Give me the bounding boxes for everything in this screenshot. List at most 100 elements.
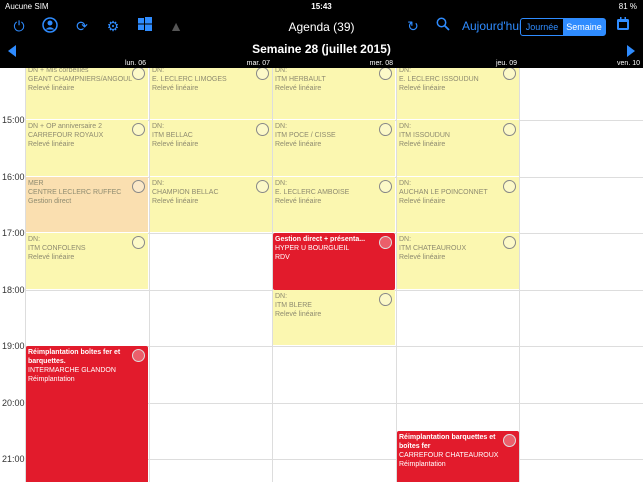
status-circle-icon[interactable] — [503, 68, 516, 80]
hour-label: 15:00 — [2, 115, 25, 125]
user-icon[interactable] — [41, 17, 59, 35]
event-type: Relevé linéaire — [275, 84, 322, 92]
calendar-event[interactable]: DN + Mls corbeilles GEANT CHAMPNIERS/ANGO… — [26, 68, 148, 120]
event-title: DN: — [275, 179, 288, 187]
day-header: jeu. 09 — [495, 60, 517, 67]
status-circle-icon[interactable] — [256, 68, 269, 80]
gear-icon[interactable]: ⚙ — [104, 17, 122, 35]
status-circle-icon[interactable] — [132, 236, 145, 249]
status-circle-icon[interactable] — [503, 236, 516, 249]
calendar-event[interactable]: DN: ITM POCE / CISSE Relevé linéaire — [273, 120, 395, 177]
calendar-event[interactable]: DN: ITM BLERE Relevé linéaire — [273, 289, 395, 346]
next-week-icon[interactable] — [627, 45, 635, 57]
event-title: DN: — [152, 179, 165, 187]
event-type: Relevé linéaire — [152, 197, 199, 205]
event-type: RDV — [275, 254, 290, 261]
event-store: CARREFOUR ROYAUX — [28, 132, 104, 139]
calendar-event[interactable]: DN: E. LECLERC AMBOISE Relevé linéaire — [273, 176, 395, 233]
calendar-event[interactable]: DN: ITM CHATEAUROUX Relevé linéaire — [397, 233, 519, 290]
today-button[interactable]: Aujourd'hui — [462, 19, 522, 33]
event-type: Relevé linéaire — [275, 141, 322, 148]
event-type: Relevé linéaire — [399, 197, 446, 205]
hour-label: 18:00 — [2, 284, 25, 295]
status-circle-icon[interactable] — [132, 68, 145, 80]
event-type: Gestion direct — [28, 197, 72, 205]
event-store: ITM POCE / CISSE — [275, 132, 336, 139]
day-header: mer. 08 — [369, 60, 393, 67]
event-title: DN + OP anniversaire 2 — [28, 123, 102, 130]
status-circle-icon[interactable] — [256, 123, 269, 136]
toolbar: ⏻ ⟳ ⚙ ▲ Agenda (39) ↻ Aujourd'hui Journé… — [0, 14, 643, 40]
status-circle-icon[interactable] — [256, 179, 269, 193]
status-circle-icon[interactable] — [379, 179, 392, 193]
status-circle-icon[interactable] — [132, 179, 145, 193]
day-view-tab[interactable]: Journée — [521, 19, 563, 35]
status-circle-icon[interactable] — [132, 349, 145, 362]
event-title: Réimplantation boîtes fer et barquettes. — [28, 349, 121, 365]
event-store: ITM ISSOUDUN — [399, 132, 450, 139]
event-title: Gestion direct + présenta... — [275, 236, 366, 243]
power-icon[interactable]: ⏻ — [10, 17, 28, 35]
status-circle-icon[interactable] — [503, 433, 516, 447]
calendar-icon[interactable] — [614, 17, 632, 35]
status-circle-icon[interactable] — [379, 123, 392, 136]
status-circle-icon[interactable] — [379, 292, 392, 306]
event-store: GEANT CHAMPNIERS/ANGOUL — [28, 75, 133, 83]
status-circle-icon[interactable] — [132, 123, 145, 136]
calendar-event[interactable]: DN: E. LECLERC ISSOUDUN Relevé linéaire — [397, 68, 519, 120]
event-type: Relevé linéaire — [152, 141, 199, 148]
event-store: INTERMARCHE GLANDON — [28, 367, 116, 374]
calendar-event[interactable]: MER CENTRE LECLERC RUFFEC Gestion direct — [26, 176, 148, 233]
week-title: Semaine 28 (juillet 2015) — [252, 42, 391, 56]
event-title: DN: — [152, 123, 165, 130]
event-store: ITM HERBAULT — [275, 75, 326, 83]
status-circle-icon[interactable] — [379, 68, 392, 80]
calendar-event[interactable]: Gestion direct + présenta... HYPER U BOUR… — [273, 233, 395, 290]
hour-label: 17:00 — [2, 228, 25, 238]
event-type: Relevé linéaire — [399, 84, 446, 92]
clock: 15:43 — [311, 2, 332, 11]
event-type: Réimplantation — [399, 460, 446, 468]
event-title: DN: — [275, 292, 288, 300]
battery-level: 81 % — [618, 2, 637, 11]
calendar-event[interactable]: DN: ITM CONFOLENS Relevé linéaire — [26, 233, 148, 290]
event-title: Réimplantation barquettes et boîtes fer — [399, 433, 496, 450]
day-header: ven. 10 — [617, 60, 640, 67]
event-store: HYPER U BOURGUEIL — [275, 245, 350, 252]
event-store: E. LECLERC AMBOISE — [275, 188, 350, 196]
sync-icon[interactable]: ⟳ — [73, 17, 91, 35]
week-view-tab[interactable]: Semaine — [563, 19, 605, 35]
hour-label: 21:00 — [2, 454, 25, 464]
calendar-event[interactable]: Réimplantation barquettes et boîtes fer C… — [397, 430, 519, 482]
calendar-event[interactable]: Réimplantation boîtes fer et barquettes.… — [26, 346, 148, 482]
status-circle-icon[interactable] — [503, 123, 516, 136]
day-header: mar. 07 — [246, 60, 270, 67]
event-type: Relevé linéaire — [152, 84, 199, 92]
event-store: E. LECLERC ISSOUDUN — [399, 75, 479, 83]
calendar-event[interactable]: DN: E. LECLERC LIMOGES Relevé linéaire — [150, 68, 272, 120]
calendar-event[interactable]: DN: ITM HERBAULT Relevé linéaire — [273, 68, 395, 120]
calendar-event[interactable]: DN: AUCHAN LE POINCONNET Relevé linéaire — [397, 176, 519, 233]
calendar-event[interactable]: DN: CHAMPION BELLAC Relevé linéaire — [150, 176, 272, 233]
event-title: DN: — [275, 123, 288, 130]
hour-label: 19:00 — [2, 341, 25, 351]
hour-label: 16:00 — [2, 171, 25, 182]
windows-icon[interactable] — [136, 17, 154, 35]
refresh-icon[interactable]: ↻ — [404, 17, 422, 35]
event-title: DN: — [399, 179, 412, 187]
status-circle-icon[interactable] — [503, 179, 516, 193]
calendar-event[interactable]: DN: ITM ISSOUDUN Relevé linéaire — [397, 120, 519, 177]
week-grid[interactable]: 15:00 16:00 17:00 18:00 19:00 20:00 21:00 DN + … — [0, 68, 643, 482]
event-store: CHAMPION BELLAC — [152, 188, 219, 196]
view-switcher: Journée Semaine — [520, 18, 606, 36]
event-type: Relevé linéaire — [28, 84, 75, 92]
calendar-event[interactable]: DN + OP anniversaire 2 CARREFOUR ROYAUX Re… — [26, 120, 148, 177]
event-title: DN: — [399, 123, 412, 130]
event-store: ITM CHATEAUROUX — [399, 245, 467, 252]
calendar-event[interactable]: DN: ITM BELLAC Relevé linéaire — [150, 120, 272, 177]
event-store: ITM BLERE — [275, 301, 312, 309]
event-title: MER — [28, 179, 44, 187]
event-store: ITM CONFOLENS — [28, 245, 86, 252]
status-circle-icon[interactable] — [379, 236, 392, 249]
search-icon[interactable] — [434, 17, 452, 35]
